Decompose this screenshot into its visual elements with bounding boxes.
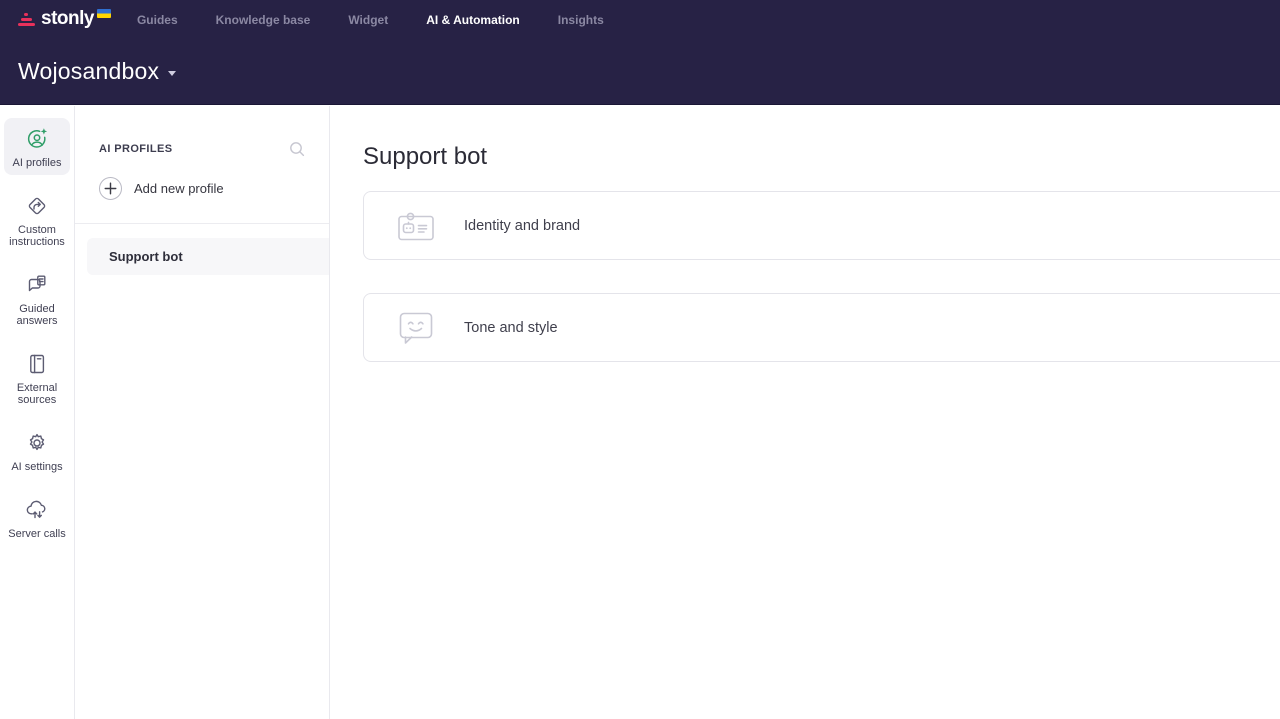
left-rail: AI profiles Custom instructions Guided a… xyxy=(0,106,75,719)
sidebar-item-label: Custom instructions xyxy=(9,224,65,248)
card-identity-and-brand[interactable]: Identity and brand xyxy=(363,191,1280,260)
workspace-selector[interactable]: Wojosandbox xyxy=(18,58,177,85)
add-new-profile-label: Add new profile xyxy=(134,181,224,196)
search-icon[interactable] xyxy=(287,139,307,159)
card-label: Tone and style xyxy=(464,319,558,336)
panel-title: AI PROFILES xyxy=(99,143,173,155)
workspace-name: Wojosandbox xyxy=(18,58,160,84)
sidebar-item-ai-profiles[interactable]: AI profiles xyxy=(4,118,70,175)
plus-icon xyxy=(99,177,122,200)
stonly-logo-text: stonly xyxy=(41,7,94,29)
sidebar-item-external-sources[interactable]: External sources xyxy=(4,343,70,412)
page-title: Support bot xyxy=(363,143,488,170)
ai-profiles-icon xyxy=(24,126,50,152)
card-tone-and-style[interactable]: Tone and style xyxy=(363,293,1280,362)
sidebar-item-label: External sources xyxy=(16,382,58,406)
nav-item-ai-automation[interactable]: AI & Automation xyxy=(426,13,520,27)
stonly-logo-icon xyxy=(18,11,35,28)
stonly-logo[interactable]: stonly xyxy=(18,8,111,30)
card-label: Identity and brand xyxy=(464,217,581,234)
sidebar-item-server-calls[interactable]: Server calls xyxy=(4,489,70,546)
custom-instructions-icon xyxy=(24,193,50,219)
panel-divider xyxy=(75,223,329,224)
tone-smiley-bubble-icon xyxy=(394,308,438,348)
chevron-down-icon xyxy=(168,71,177,76)
sidebar-item-label: AI profiles xyxy=(12,157,62,169)
top-header: stonly Guides Knowledge base Widget AI &… xyxy=(0,0,1280,105)
sidebar-item-label: Server calls xyxy=(8,528,66,540)
profile-list-item-support-bot[interactable]: Support bot xyxy=(87,238,329,275)
add-new-profile-button[interactable]: Add new profile xyxy=(99,177,329,200)
server-calls-icon xyxy=(24,497,50,523)
sidebar-item-label: Guided answers xyxy=(16,303,58,327)
ai-settings-icon xyxy=(24,430,50,456)
sidebar-item-ai-settings[interactable]: AI settings xyxy=(4,422,70,479)
guided-answers-icon xyxy=(24,272,50,298)
main-content: Support bot Identity and brand Tone and … xyxy=(331,106,1280,719)
ai-profiles-panel: AI PROFILES Add new profile Support bot xyxy=(75,106,330,719)
primary-nav: Guides Knowledge base Widget AI & Automa… xyxy=(137,13,604,27)
sidebar-item-label: AI settings xyxy=(11,461,63,473)
nav-item-guides[interactable]: Guides xyxy=(137,13,178,27)
external-sources-icon xyxy=(24,351,50,377)
nav-item-insights[interactable]: Insights xyxy=(558,13,604,27)
nav-item-knowledge-base[interactable]: Knowledge base xyxy=(216,13,311,27)
sidebar-item-guided-answers[interactable]: Guided answers xyxy=(4,264,70,333)
ukraine-flag-icon xyxy=(96,8,111,18)
nav-item-widget[interactable]: Widget xyxy=(348,13,388,27)
identity-badge-icon xyxy=(394,206,438,246)
sidebar-item-custom-instructions[interactable]: Custom instructions xyxy=(4,185,70,254)
top-nav: stonly Guides Knowledge base Widget AI &… xyxy=(0,0,1280,37)
